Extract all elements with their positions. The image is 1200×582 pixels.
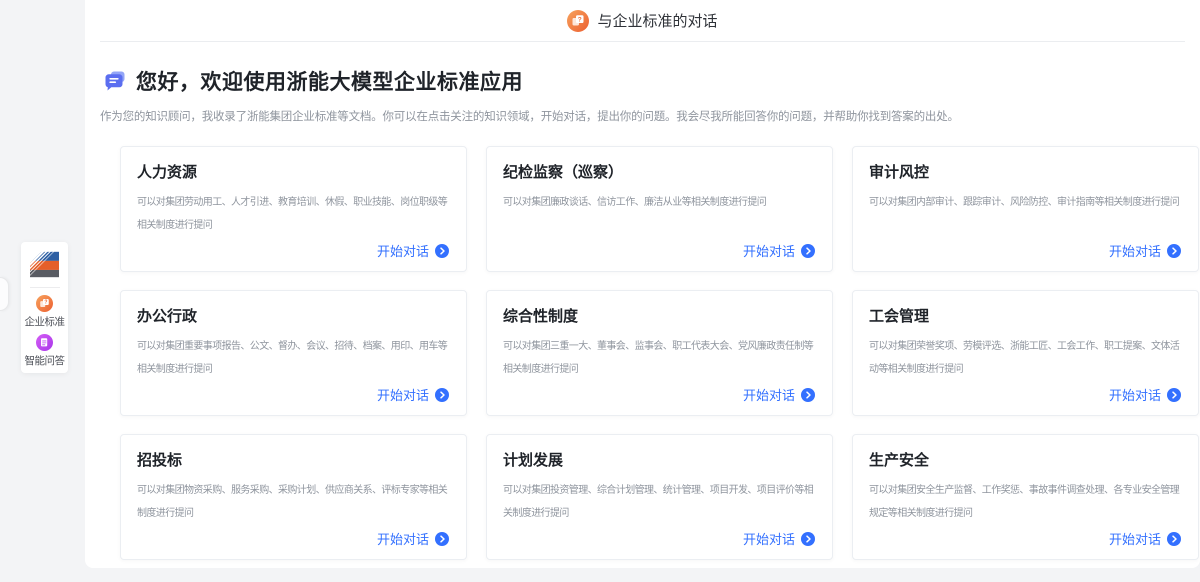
card-description: 可以对集团荣誉奖项、劳模评选、浙能工匠、工会工作、职工提案、文体活动等相关制度进… <box>869 335 1186 381</box>
card-comprehensive-systems: 综合性制度 可以对集团三重一大、董事会、监事会、职工代表大会、党风廉政责任制等相… <box>486 290 833 416</box>
start-chat-label: 开始对话 <box>743 529 795 548</box>
welcome-subtitle: 作为您的知识顾问，我收录了浙能集团企业标准等文档。你可以在点击关注的知识领域，开… <box>100 108 1180 124</box>
card-office-administration: 办公行政 可以对集团重要事项报告、公文、督办、会议、招待、档案、用印、用车等相关… <box>120 290 467 416</box>
start-chat-button[interactable]: 开始对话 <box>1109 385 1181 404</box>
card-production-safety: 生产安全 可以对集团安全生产监督、工作奖惩、事故事件调查处理、各专业安全管理规定… <box>852 434 1199 560</box>
arrow-right-circle-icon <box>435 388 449 402</box>
category-card-grid: 人力资源 可以对集团劳动用工、人才引进、教育培训、休假、职业技能、岗位职级等相关… <box>120 146 1199 560</box>
card-audit-risk: 审计风控 可以对集团内部审计、跟踪审计、风险防控、审计指南等相关制度进行提问 开… <box>852 146 1199 272</box>
card-title: 审计风控 <box>869 161 1186 182</box>
start-chat-button[interactable]: 开始对话 <box>743 529 815 548</box>
card-title: 人力资源 <box>137 161 454 182</box>
card-description: 可以对集团投资管理、综合计划管理、统计管理、项目开发、项目评价等相关制度进行提问 <box>503 479 820 525</box>
card-planning-development: 计划发展 可以对集团投资管理、综合计划管理、统计管理、项目开发、项目评价等相关制… <box>486 434 833 560</box>
start-chat-label: 开始对话 <box>377 529 429 548</box>
chat-question-icon: ? <box>36 295 53 312</box>
left-rail: ? 企业标准 智能问答 <box>21 242 68 373</box>
card-title: 办公行政 <box>137 305 454 326</box>
card-labor-union: 工会管理 可以对集团荣誉奖项、劳模评选、浙能工匠、工会工作、职工提案、文体活动等… <box>852 290 1199 416</box>
welcome-section: 您好，欢迎使用浙能大模型企业标准应用 作为您的知识顾问，我收录了浙能集团企业标准… <box>85 42 1200 124</box>
zheneng-logo <box>28 250 61 279</box>
sidebar-divider <box>30 287 60 288</box>
svg-text:?: ? <box>578 16 582 23</box>
card-description: 可以对集团安全生产监督、工作奖惩、事故事件调查处理、各专业安全管理规定等相关制度… <box>869 479 1186 525</box>
start-chat-button[interactable]: 开始对话 <box>377 241 449 260</box>
start-chat-label: 开始对话 <box>743 241 795 260</box>
card-description: 可以对集团内部审计、跟踪审计、风险防控、审计指南等相关制度进行提问 <box>869 191 1186 214</box>
start-chat-label: 开始对话 <box>377 241 429 260</box>
card-title: 工会管理 <box>869 305 1186 326</box>
card-description: 可以对集团劳动用工、人才引进、教育培训、休假、职业技能、岗位职级等相关制度进行提… <box>137 191 454 237</box>
card-description: 可以对集团三重一大、董事会、监事会、职工代表大会、党风廉政责任制等相关制度进行提… <box>503 335 820 381</box>
start-chat-label: 开始对话 <box>377 385 429 404</box>
start-chat-button[interactable]: 开始对话 <box>1109 241 1181 260</box>
card-description: 可以对集团重要事项报告、公文、督办、会议、招待、档案、用印、用车等相关制度进行提… <box>137 335 454 381</box>
chat-bubbles-icon <box>103 69 127 93</box>
arrow-right-circle-icon <box>1167 388 1181 402</box>
start-chat-button[interactable]: 开始对话 <box>377 529 449 548</box>
sidebar-collapse-handle[interactable] <box>0 277 9 311</box>
card-title: 计划发展 <box>503 449 820 470</box>
start-chat-label: 开始对话 <box>1109 241 1161 260</box>
arrow-right-circle-icon <box>801 532 815 546</box>
card-human-resources: 人力资源 可以对集团劳动用工、人才引进、教育培训、休假、职业技能、岗位职级等相关… <box>120 146 467 272</box>
start-chat-label: 开始对话 <box>743 385 795 404</box>
card-title: 生产安全 <box>869 449 1186 470</box>
card-title: 纪检监察（巡察） <box>503 161 820 182</box>
arrow-right-circle-icon <box>435 244 449 258</box>
arrow-right-circle-icon <box>1167 532 1181 546</box>
arrow-right-circle-icon <box>435 532 449 546</box>
start-chat-label: 开始对话 <box>1109 385 1161 404</box>
document-qa-icon <box>36 334 53 351</box>
main-panel: ? 与企业标准的对话 您好，欢迎使用浙能大模型企业标准应用 作为您的知识顾问，我… <box>85 0 1200 568</box>
welcome-title: 您好，欢迎使用浙能大模型企业标准应用 <box>136 66 523 96</box>
arrow-right-circle-icon <box>801 244 815 258</box>
app-header: ? 与企业标准的对话 <box>100 0 1185 42</box>
card-description: 可以对集团物资采购、服务采购、采购计划、供应商关系、评标专家等相关制度进行提问 <box>137 479 454 525</box>
start-chat-button[interactable]: 开始对话 <box>743 241 815 260</box>
card-discipline-inspection: 纪检监察（巡察） 可以对集团廉政谈话、信访工作、廉洁从业等相关制度进行提问 开始… <box>486 146 833 272</box>
arrow-right-circle-icon <box>1167 244 1181 258</box>
start-chat-button[interactable]: 开始对话 <box>1109 529 1181 548</box>
start-chat-button[interactable]: 开始对话 <box>377 385 449 404</box>
svg-text:?: ? <box>44 300 47 306</box>
card-description: 可以对集团廉政谈话、信访工作、廉洁从业等相关制度进行提问 <box>503 191 820 214</box>
chat-question-icon: ? <box>567 10 589 32</box>
page-title: 与企业标准的对话 <box>597 10 717 31</box>
arrow-right-circle-icon <box>801 388 815 402</box>
sidebar-item-enterprise-standards[interactable]: ? 企业标准 <box>25 295 65 329</box>
card-title: 招投标 <box>137 449 454 470</box>
start-chat-label: 开始对话 <box>1109 529 1161 548</box>
sidebar-item-smart-qa[interactable]: 智能问答 <box>25 334 65 368</box>
card-bidding: 招投标 可以对集团物资采购、服务采购、采购计划、供应商关系、评标专家等相关制度进… <box>120 434 467 560</box>
start-chat-button[interactable]: 开始对话 <box>743 385 815 404</box>
sidebar-item-label: 智能问答 <box>25 353 65 368</box>
sidebar-item-label: 企业标准 <box>25 314 65 329</box>
card-title: 综合性制度 <box>503 305 820 326</box>
